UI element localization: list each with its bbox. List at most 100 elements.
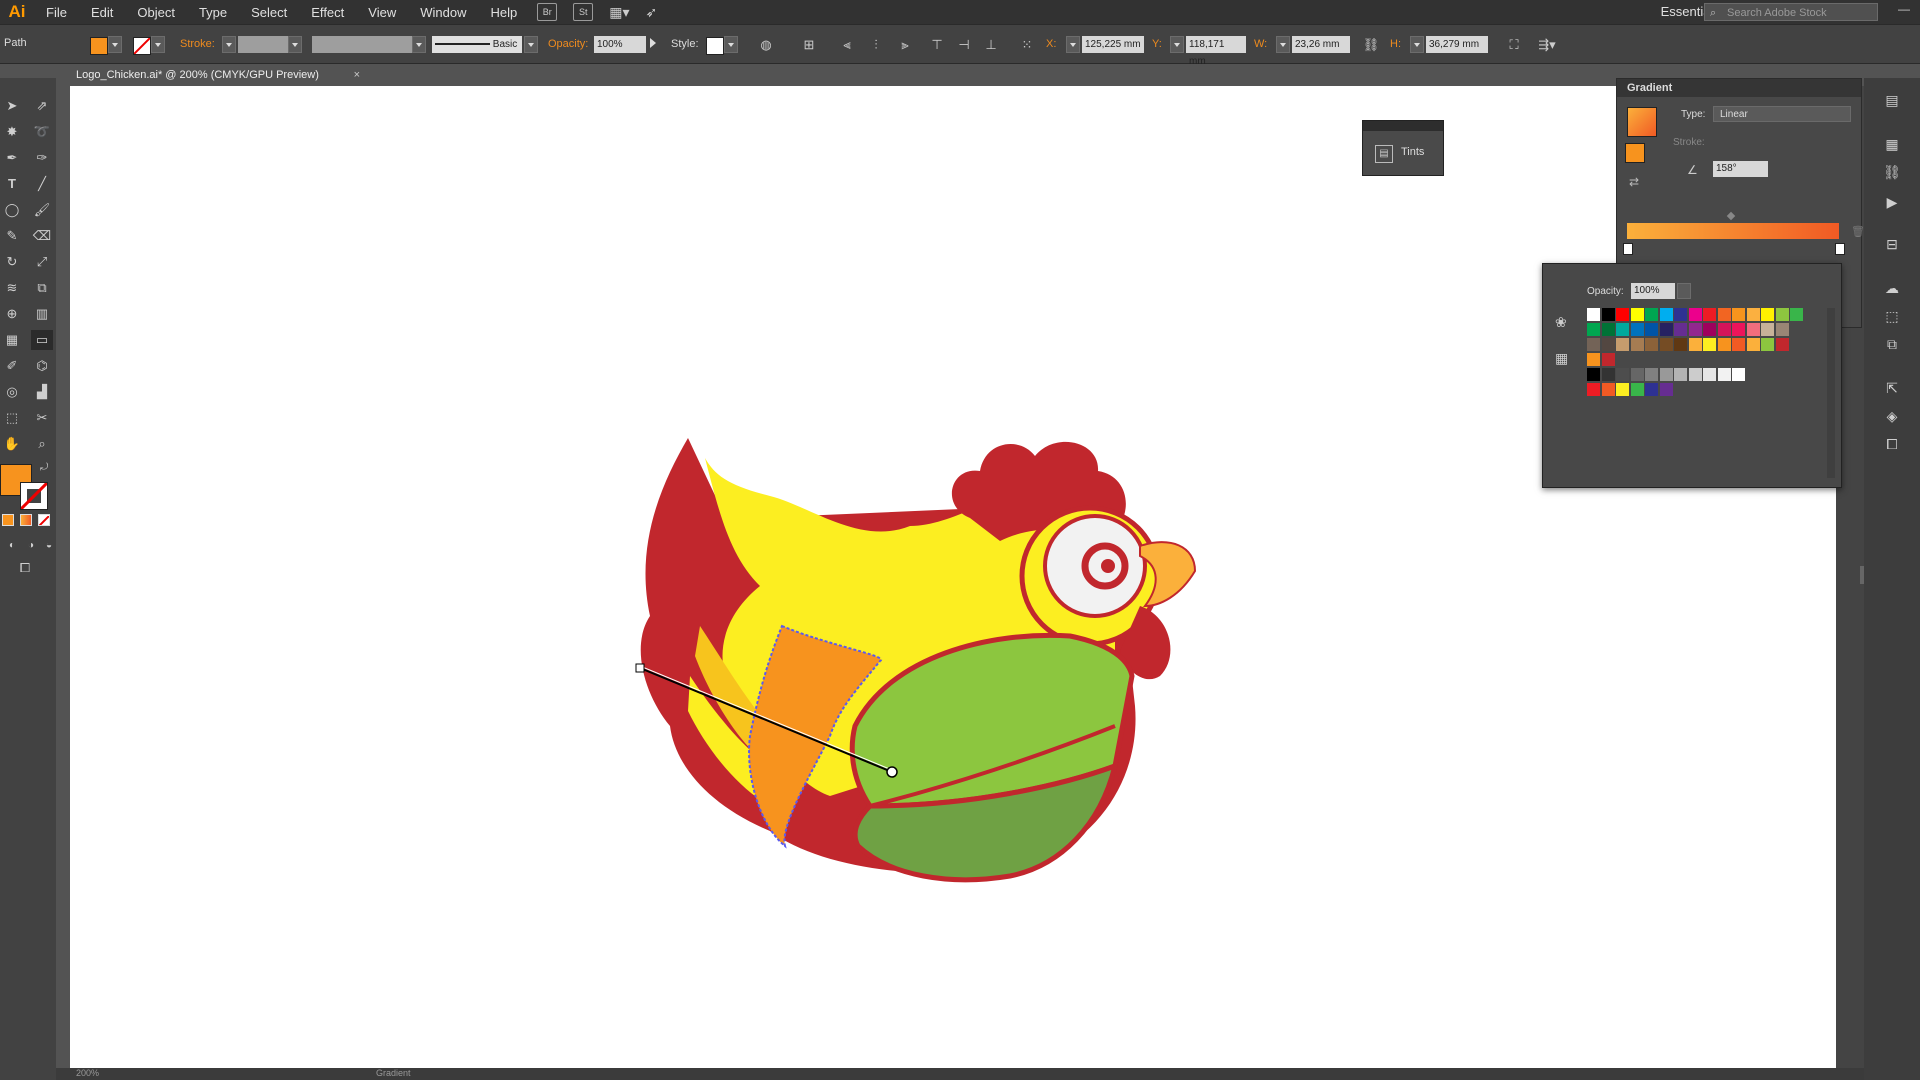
- gradient-thumbnail[interactable]: [1627, 107, 1657, 137]
- eyedropper-tool-icon[interactable]: ✐: [1, 356, 23, 376]
- align-bottom-icon[interactable]: ⊥: [982, 36, 1000, 54]
- opacity-label[interactable]: Opacity:: [548, 38, 588, 50]
- swatch[interactable]: [1659, 308, 1673, 321]
- swatch[interactable]: [1616, 308, 1629, 321]
- swatch[interactable]: [1790, 308, 1803, 321]
- cc-libraries-icon[interactable]: ☁: [1882, 280, 1902, 298]
- swatch[interactable]: [1616, 323, 1629, 336]
- swatch[interactable]: [1587, 368, 1600, 381]
- swatch[interactable]: [1732, 323, 1745, 336]
- isolate-icon[interactable]: ⛶: [1505, 36, 1523, 54]
- swatch[interactable]: [1674, 368, 1687, 381]
- swatch[interactable]: [1587, 338, 1600, 351]
- gpu-rocket-icon[interactable]: ➶: [646, 4, 658, 21]
- menu-file[interactable]: File: [34, 5, 79, 20]
- x-input[interactable]: 125,225 mm: [1082, 36, 1144, 53]
- tints-icon[interactable]: ▤: [1375, 145, 1393, 163]
- column-graph-tool-icon[interactable]: ▟: [31, 382, 53, 402]
- swatch[interactable]: [1703, 308, 1716, 321]
- artboards-icon[interactable]: ⬚: [1882, 308, 1902, 326]
- reverse-gradient-icon[interactable]: ⇄: [1629, 175, 1639, 189]
- swatch[interactable]: [1746, 323, 1760, 336]
- swatch[interactable]: [1659, 338, 1673, 351]
- grid-panel-icon[interactable]: ▦: [1882, 136, 1902, 154]
- swatch[interactable]: [1601, 368, 1615, 381]
- swatch[interactable]: [1703, 368, 1716, 381]
- transform-panel-icon[interactable]: ⧉: [1882, 336, 1902, 354]
- selection-tool-icon[interactable]: ➤: [1, 96, 23, 116]
- swatch[interactable]: [1630, 368, 1644, 381]
- control-menu-icon[interactable]: ⇶▾: [1538, 36, 1556, 54]
- swatch[interactable]: [1601, 323, 1615, 336]
- w-stepper[interactable]: [1276, 36, 1290, 53]
- none-mode-button[interactable]: [38, 514, 50, 526]
- actions-play-icon[interactable]: ▶: [1882, 194, 1902, 212]
- h-input[interactable]: 36,279 mm: [1426, 36, 1488, 53]
- minimize-icon[interactable]: —: [1898, 2, 1910, 16]
- delete-stop-icon[interactable]: 🗑: [1851, 225, 1865, 238]
- direct-selection-tool-icon[interactable]: ⇗: [31, 96, 53, 116]
- swatch[interactable]: [1761, 338, 1774, 351]
- swatch[interactable]: [1645, 323, 1658, 336]
- swatch[interactable]: [1630, 323, 1644, 336]
- menu-select[interactable]: Select: [239, 5, 299, 20]
- layers-icon[interactable]: ◈: [1882, 408, 1902, 426]
- swatch-opacity-dropdown[interactable]: [1677, 283, 1691, 299]
- swatch[interactable]: [1688, 368, 1702, 381]
- swatch[interactable]: [1587, 383, 1600, 396]
- align-left-icon[interactable]: ⫷: [838, 36, 856, 54]
- swatch[interactable]: [1717, 338, 1731, 351]
- align-to-icon[interactable]: ⊞: [800, 36, 818, 54]
- swatch[interactable]: [1775, 338, 1789, 351]
- swatch[interactable]: [1645, 368, 1658, 381]
- h-stepper[interactable]: [1410, 36, 1424, 53]
- swatch[interactable]: [1717, 368, 1731, 381]
- arrange-documents-icon[interactable]: ▦▾: [609, 4, 629, 21]
- stroke-dropdown[interactable]: [151, 36, 165, 53]
- variable-width-profile[interactable]: [312, 36, 412, 53]
- document-tab[interactable]: Logo_Chicken.ai* @ 200% (CMYK/GPU Previe…: [70, 64, 366, 86]
- brush-dropdown[interactable]: [524, 36, 538, 53]
- tints-panel-header[interactable]: [1363, 121, 1443, 131]
- symbol-sprayer-tool-icon[interactable]: ◎: [1, 382, 23, 402]
- draw-inside-icon[interactable]: ◒: [38, 536, 60, 556]
- swatch[interactable]: [1688, 338, 1702, 351]
- swatch[interactable]: [1659, 323, 1673, 336]
- hand-tool-icon[interactable]: ✋: [1, 434, 23, 454]
- zoom-level[interactable]: 200%: [76, 1068, 99, 1078]
- align-center-icon[interactable]: ⫶: [867, 36, 885, 54]
- magic-wand-tool-icon[interactable]: ✸: [1, 122, 23, 142]
- stroke-color-box[interactable]: [20, 482, 48, 510]
- constrain-proportions-icon[interactable]: ⛓: [1362, 36, 1380, 54]
- pen-tool-icon[interactable]: ✒: [1, 148, 23, 168]
- asset-export-icon[interactable]: ⧠: [1882, 436, 1902, 454]
- swatch[interactable]: [1659, 368, 1673, 381]
- stroke-weight-dropdown[interactable]: [288, 36, 302, 53]
- swatch[interactable]: [1688, 323, 1702, 336]
- swatch[interactable]: [1717, 308, 1731, 321]
- export-icon[interactable]: ⇱: [1882, 380, 1902, 398]
- swatch[interactable]: [1775, 308, 1789, 321]
- screen-mode-icon[interactable]: ⧠: [14, 558, 36, 578]
- swatch[interactable]: [1645, 338, 1658, 351]
- swatch[interactable]: [1746, 308, 1760, 321]
- gradient-tool-icon[interactable]: ▭: [31, 330, 53, 350]
- stock-search-input[interactable]: ⌕ Search Adobe Stock: [1704, 3, 1878, 21]
- graphic-style-swatch[interactable]: [706, 37, 724, 55]
- line-tool-icon[interactable]: ╱: [31, 174, 53, 194]
- fill-dropdown[interactable]: [108, 36, 122, 53]
- menu-edit[interactable]: Edit: [79, 5, 125, 20]
- opacity-input[interactable]: 100%: [594, 36, 646, 53]
- fill-swatch[interactable]: [90, 37, 108, 55]
- type-tool-icon[interactable]: T: [1, 174, 23, 194]
- artboard[interactable]: [70, 86, 1836, 1068]
- y-input[interactable]: 118,171 mm: [1186, 36, 1246, 67]
- shaper-tool-icon[interactable]: ✎: [1, 226, 23, 246]
- y-stepper[interactable]: [1170, 36, 1184, 53]
- swatch[interactable]: [1601, 353, 1615, 366]
- swatch[interactable]: [1674, 323, 1687, 336]
- swatch[interactable]: [1775, 323, 1789, 336]
- swatch[interactable]: [1732, 338, 1745, 351]
- gradient-stop-start[interactable]: [1623, 243, 1633, 255]
- swatch[interactable]: [1703, 338, 1716, 351]
